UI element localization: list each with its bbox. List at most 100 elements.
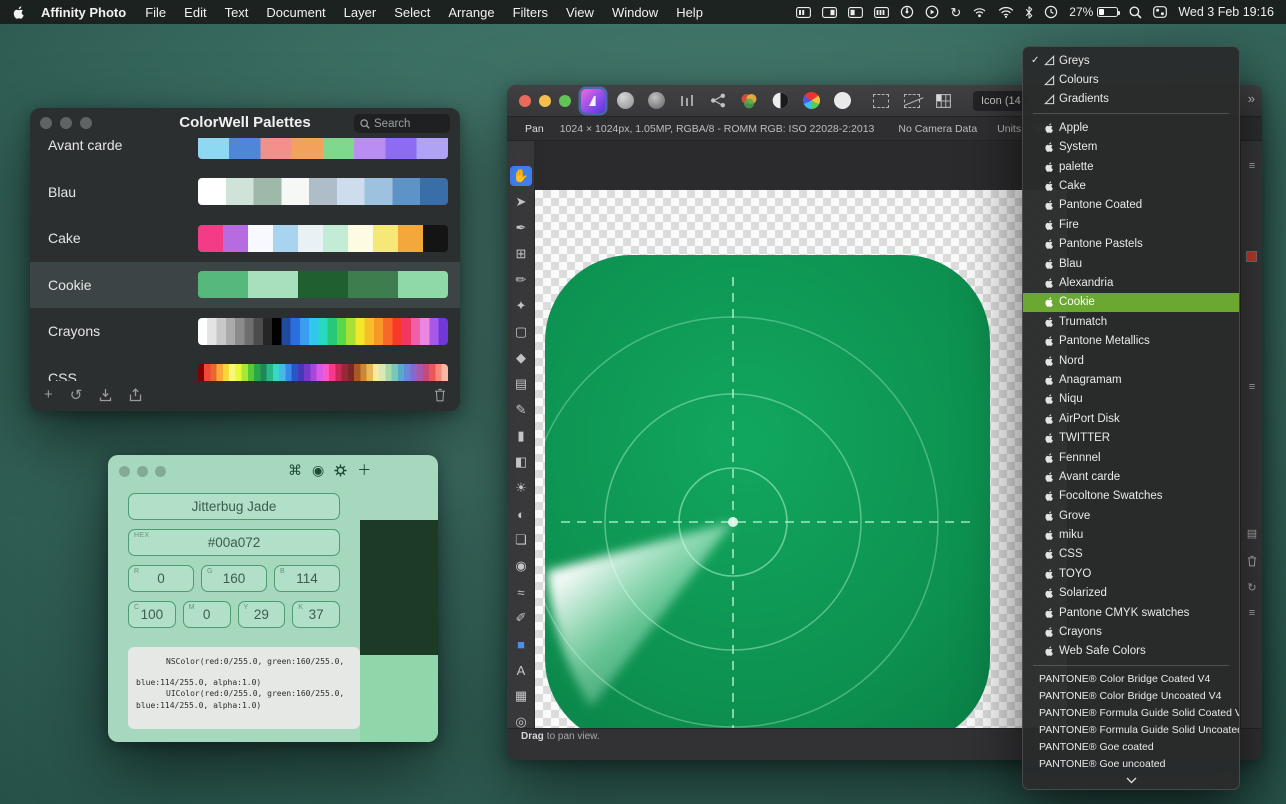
menu-item[interactable]: ✓ Greys <box>1023 51 1239 70</box>
tool-button[interactable]: ▢ <box>507 319 535 345</box>
add-icon[interactable]: ＋ <box>357 460 371 480</box>
menu-item[interactable]: Colours <box>1023 70 1239 89</box>
tool-button[interactable]: ✏ <box>507 267 535 293</box>
menu-item[interactable]: CSS <box>1023 545 1239 564</box>
menu-item[interactable]: Cake <box>1023 176 1239 195</box>
tool-button[interactable]: ➤ <box>507 189 535 215</box>
target-icon[interactable]: ◉ <box>312 462 324 479</box>
menu-item[interactable]: Document <box>257 5 334 20</box>
contrast-circle-icon[interactable] <box>769 90 791 112</box>
menu-item[interactable]: PANTONE® Goe coated <box>1023 738 1239 755</box>
menu-item[interactable]: Pantone Coated <box>1023 196 1239 215</box>
menu-item[interactable]: Select <box>385 5 439 20</box>
light-variant-swatch[interactable] <box>360 655 438 742</box>
battery-indicator[interactable]: 27% <box>1069 5 1118 19</box>
affinity-logo-button[interactable] <box>581 89 605 113</box>
control-center-icon[interactable] <box>1153 6 1167 18</box>
snapshot-icon[interactable]: ↻ <box>1241 581 1262 594</box>
tool-button[interactable]: ◉ <box>507 553 535 579</box>
add-palette-button[interactable]: + <box>44 386 53 403</box>
menu-item[interactable]: Fennnel <box>1023 448 1239 467</box>
tool-button[interactable]: ■ <box>507 631 535 657</box>
cmyk-field[interactable]: M 0 <box>183 601 231 628</box>
menu-item[interactable]: Arrange <box>439 5 503 20</box>
tool-button[interactable]: ▤ <box>507 371 535 397</box>
menu-item[interactable]: Solarized <box>1023 584 1239 603</box>
tool-button[interactable]: ⊞ <box>507 241 535 267</box>
command-icon[interactable]: ⌘ <box>288 462 302 479</box>
menu-item[interactable]: Focoltone Swatches <box>1023 487 1239 506</box>
menu-item[interactable]: Pantone Pastels <box>1023 235 1239 254</box>
tool-button[interactable]: ✋ <box>507 163 535 189</box>
sphere-icon[interactable] <box>645 90 667 112</box>
plain-circle-icon[interactable] <box>831 90 853 112</box>
gray-circle-icon[interactable] <box>614 90 636 112</box>
menu-item[interactable]: Pantone Metallics <box>1023 331 1239 350</box>
menu-item[interactable]: Layer <box>335 5 386 20</box>
play-icon[interactable] <box>925 5 939 19</box>
menu-item[interactable]: Grove <box>1023 506 1239 525</box>
close-button[interactable] <box>519 95 531 107</box>
app-menu-title[interactable]: Affinity Photo <box>31 5 136 20</box>
minimize-button[interactable] <box>137 466 148 477</box>
cmyk-field[interactable]: K 37 <box>292 601 340 628</box>
menu-item[interactable]: PANTONE® Color Bridge Uncoated V4 <box>1023 687 1239 704</box>
tool-button[interactable]: ◐ <box>507 501 535 527</box>
menu-item[interactable]: Edit <box>175 5 215 20</box>
menu-item[interactable]: System <box>1023 138 1239 157</box>
menu-item[interactable]: Apple <box>1023 118 1239 137</box>
menu-item[interactable]: Anagramam <box>1023 370 1239 389</box>
zoom-button[interactable] <box>155 466 166 477</box>
sync-icon[interactable]: ↻ <box>950 6 961 19</box>
tool-button[interactable]: ✎ <box>507 397 535 423</box>
tool-button[interactable]: ✒ <box>507 215 535 241</box>
menu-item[interactable]: Niqu <box>1023 390 1239 409</box>
tool-button[interactable]: ▮ <box>507 423 535 449</box>
minimize-button[interactable] <box>539 95 551 107</box>
menu-item[interactable]: PANTONE® Formula Guide Solid Coated V4 <box>1023 704 1239 721</box>
document-title[interactable]: Icon (14 <box>973 91 1029 111</box>
menu-item[interactable]: palette <box>1023 157 1239 176</box>
menu-item[interactable]: Window <box>603 5 667 20</box>
panel-collapse-icon[interactable]: » <box>1248 91 1255 106</box>
menu-item[interactable]: Web Safe Colors <box>1023 642 1239 661</box>
colorwell-titlebar[interactable]: ColorWell Palettes Search <box>30 108 460 138</box>
window-layout-icon[interactable] <box>848 7 863 18</box>
menu-item[interactable]: AirPort Disk <box>1023 409 1239 428</box>
menu-item[interactable]: Help <box>667 5 712 20</box>
palette-row[interactable]: Cookie <box>30 262 460 309</box>
window-layout-icon[interactable] <box>874 7 889 18</box>
apple-menu-icon[interactable] <box>12 5 25 20</box>
bluetooth-icon[interactable] <box>1025 6 1033 19</box>
menu-clock[interactable]: Wed 3 Feb 19:16 <box>1178 5 1274 19</box>
menu-item[interactable]: View <box>557 5 603 20</box>
tool-button[interactable]: ❏ <box>507 527 535 553</box>
hue-circle-icon[interactable] <box>800 90 822 112</box>
time-machine-icon[interactable] <box>1044 5 1058 19</box>
cmyk-field[interactable]: Y 29 <box>238 601 286 628</box>
tool-button[interactable]: ◧ <box>507 449 535 475</box>
red-swatch[interactable] <box>1246 251 1257 262</box>
menu-item[interactable]: Trumatch <box>1023 312 1239 331</box>
menu-item[interactable]: PANTONE® Color Bridge Coated V4 <box>1023 670 1239 687</box>
spotlight-icon[interactable] <box>1129 6 1142 19</box>
menu-item[interactable]: PANTONE® Goe uncoated <box>1023 755 1239 772</box>
signal-icon[interactable] <box>972 6 987 18</box>
scroll-down-chevron[interactable] <box>1023 772 1239 788</box>
menu-item[interactable]: Filters <box>504 5 557 20</box>
panel-menu-icon[interactable]: ≡ <box>1241 160 1262 172</box>
marquee-line-toggle-icon[interactable] <box>901 90 923 112</box>
search-input[interactable]: Search <box>354 114 450 133</box>
tool-button[interactable]: ≈ <box>507 579 535 605</box>
page-icon[interactable]: ▤ <box>1241 527 1262 540</box>
rgb-field[interactable]: G 160 <box>201 565 267 592</box>
tool-button[interactable]: ✦ <box>507 293 535 319</box>
colour-circles-icon[interactable] <box>738 90 760 112</box>
tool-button[interactable]: ◆ <box>507 345 535 371</box>
levels-icon[interactable] <box>676 90 698 112</box>
trash-icon[interactable] <box>434 388 446 402</box>
share-button[interactable] <box>129 388 142 402</box>
rgb-field[interactable]: R 0 <box>128 565 194 592</box>
menu-item[interactable]: Nord <box>1023 351 1239 370</box>
menu-item[interactable]: Blau <box>1023 254 1239 273</box>
